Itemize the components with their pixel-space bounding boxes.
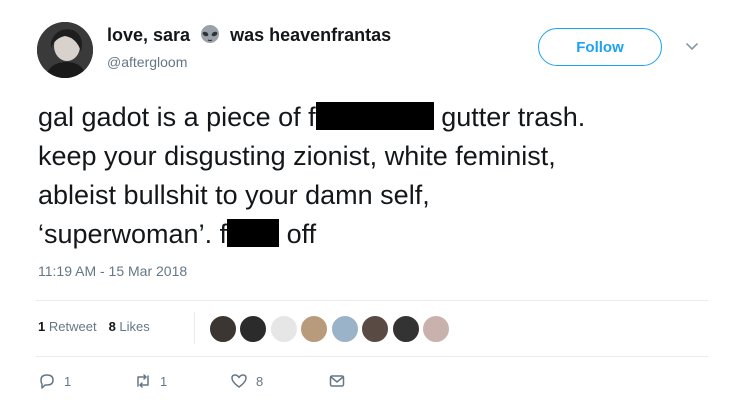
- retweets-stat[interactable]: 1 Retweet: [38, 319, 97, 334]
- likes-stat[interactable]: 8 Likes: [109, 319, 150, 334]
- tweet-line2: keep your disgusting zionist, white femi…: [38, 141, 556, 171]
- retweets-label: Retweet: [48, 319, 97, 334]
- divider: [36, 356, 708, 357]
- tweet-line3: ableist bullshit to your damn self,: [38, 180, 430, 210]
- stats-separator: [194, 312, 195, 344]
- like-button[interactable]: 8: [230, 370, 263, 392]
- like-count: 8: [256, 373, 264, 389]
- likes-label: Likes: [119, 319, 150, 334]
- tweet-text: gal gadot is a piece of f gutter trash. …: [38, 98, 728, 254]
- retweet-icon: [137, 374, 149, 388]
- avatar-image: [37, 22, 93, 78]
- display-name-part1: love, sara: [107, 24, 191, 45]
- avatar[interactable]: [37, 22, 93, 78]
- tweet-line1-before: gal gadot is a piece of f: [38, 102, 316, 132]
- retweets-count: 1: [38, 319, 46, 334]
- direct-message-button[interactable]: [328, 370, 346, 392]
- likes-count: 8: [108, 319, 116, 334]
- envelope-icon: [329, 375, 345, 387]
- reply-icon: [40, 374, 54, 389]
- liker-avatar[interactable]: [268, 314, 299, 344]
- engagement-stats: 1 Retweet 8 Likes: [38, 319, 150, 334]
- liker-avatar[interactable]: [421, 314, 452, 344]
- likers-avatars: [208, 314, 452, 344]
- chevron-down-icon[interactable]: [684, 38, 700, 54]
- reply-button[interactable]: 1: [38, 370, 71, 392]
- redaction-bar: [227, 219, 280, 247]
- liker-avatar[interactable]: [299, 314, 330, 344]
- tweet-line4-before: ‘superwoman’. f: [38, 219, 228, 249]
- redaction-bar: [315, 102, 434, 130]
- liker-avatar[interactable]: [360, 314, 391, 344]
- retweet-button[interactable]: 1: [134, 370, 167, 392]
- liker-avatar[interactable]: [329, 314, 360, 344]
- retweet-count: 1: [160, 373, 168, 389]
- user-handle[interactable]: @aftergloom: [107, 54, 187, 70]
- tweet-timestamp[interactable]: 11:19 AM - 15 Mar 2018: [38, 263, 187, 279]
- tweet-line1-after: gutter trash.: [441, 102, 586, 132]
- alien-emoji-icon: [201, 25, 220, 44]
- divider: [36, 300, 708, 301]
- display-name-part2: was heavenfrantas: [230, 24, 392, 45]
- liker-avatar[interactable]: [390, 314, 421, 344]
- liker-avatar[interactable]: [238, 314, 269, 344]
- reply-count: 1: [64, 373, 72, 389]
- heart-icon: [231, 374, 247, 388]
- follow-button[interactable]: Follow: [538, 28, 662, 66]
- display-name[interactable]: love, sara was heavenfrantas: [107, 24, 391, 46]
- tweet-line4-after: off: [286, 219, 317, 249]
- liker-avatar[interactable]: [208, 314, 238, 344]
